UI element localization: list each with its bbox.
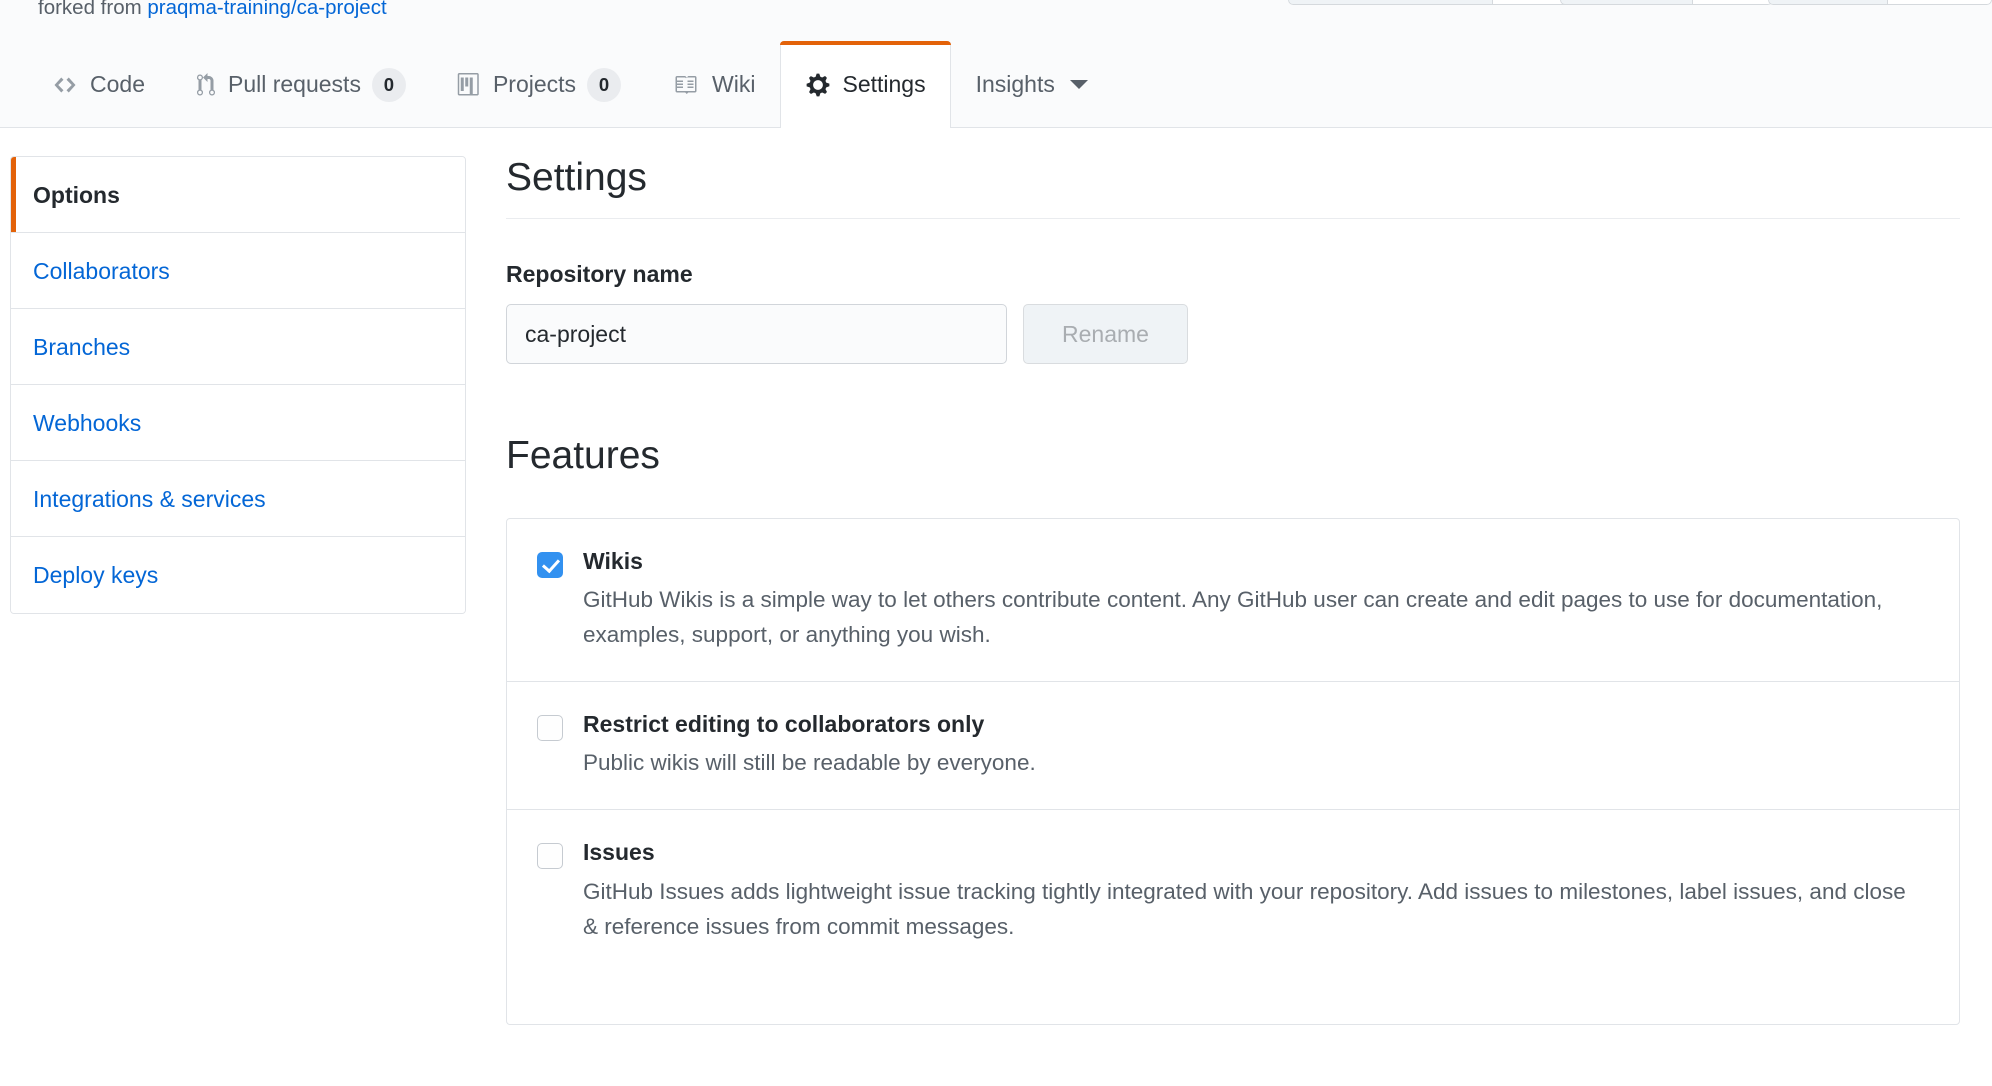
tab-insights[interactable]: Insights (951, 41, 1113, 127)
book-icon (671, 73, 701, 97)
repository-nav: Code Pull requests 0 Projects 0 Wiki Set… (0, 41, 1992, 128)
issues-checkbox[interactable] (537, 843, 563, 870)
watch-button-group[interactable] (1288, 0, 1580, 5)
sidebar-item-branches[interactable]: Branches (11, 309, 465, 385)
repo-header-strip: forked from praqma-training/ca-project (0, 0, 1992, 41)
tab-insights-label: Insights (975, 71, 1055, 97)
tab-projects-label: Projects (492, 71, 577, 97)
tab-pull-requests[interactable]: Pull requests 0 (170, 41, 431, 127)
tab-settings[interactable]: Settings (780, 41, 951, 128)
sidebar-item-label: Branches (33, 334, 131, 360)
tab-wiki[interactable]: Wiki (646, 41, 780, 127)
restrict-editing-checkbox[interactable] (537, 715, 563, 742)
git-pull-request-icon (195, 72, 217, 97)
features-heading: Features (506, 434, 660, 477)
chevron-down-icon (1069, 80, 1088, 89)
repository-name-label: Repository name (506, 261, 693, 287)
feature-description: GitHub Issues adds lightweight issue tra… (583, 878, 1906, 939)
sidebar-item-label: Webhooks (33, 410, 142, 436)
sidebar-item-label: Integrations & services (33, 486, 266, 512)
sidebar-item-webhooks[interactable]: Webhooks (11, 385, 465, 461)
feature-text: Restrict editing to collaborators only P… (583, 708, 1036, 781)
sidebar-item-options[interactable]: Options (11, 157, 465, 233)
page-title: Settings (506, 156, 1960, 219)
forked-from-link[interactable]: praqma-training/ca-project (147, 0, 386, 19)
tab-code-label: Code (90, 71, 145, 97)
star-button-group[interactable] (1560, 0, 1773, 5)
rename-repository-row: Rename (506, 304, 1960, 364)
feature-row-restrict-editing: Restrict editing to collaborators only P… (507, 682, 1959, 811)
settings-sidebar: Options Collaborators Branches Webhooks … (10, 156, 466, 614)
tab-pull-requests-count: 0 (371, 67, 406, 102)
sidebar-item-label: Options (33, 182, 120, 208)
tab-pull-requests-label: Pull requests (227, 71, 361, 97)
settings-page: Options Collaborators Branches Webhooks … (0, 128, 1992, 1026)
tab-settings-label: Settings (842, 71, 926, 97)
repository-name-input[interactable] (506, 304, 1007, 364)
feature-row-wikis: Wikis GitHub Wikis is a simple way to le… (507, 519, 1959, 683)
feature-title: Wikis (583, 548, 643, 574)
feature-description: Public wikis will still be readable by e… (583, 750, 1036, 776)
project-board-icon (456, 72, 482, 97)
settings-main-content: Settings Repository name Rename Features… (506, 156, 1962, 1026)
feature-title: Issues (583, 839, 655, 866)
gear-icon (805, 72, 831, 98)
star-button[interactable] (1560, 0, 1693, 5)
sidebar-item-collaborators[interactable]: Collaborators (11, 233, 465, 309)
fork-count[interactable] (1888, 0, 1992, 5)
rename-button[interactable]: Rename (1023, 304, 1188, 364)
feature-text: Issues GitHub Issues adds lightweight is… (583, 836, 1923, 944)
sidebar-item-label: Collaborators (33, 258, 170, 284)
tab-projects-count: 0 (587, 67, 622, 102)
fork-button-group[interactable] (1768, 0, 1992, 5)
feature-row-truncated (507, 984, 1959, 1024)
tab-projects[interactable]: Projects 0 (431, 41, 646, 127)
sidebar-item-integrations-services[interactable]: Integrations & services (11, 461, 465, 537)
feature-title: Restrict editing to collaborators only (583, 711, 985, 738)
forked-from-label: forked from (38, 0, 148, 19)
tab-wiki-label: Wiki (712, 71, 756, 97)
feature-description: GitHub Wikis is a simple way to let othe… (583, 587, 1883, 648)
tab-code[interactable]: Code (26, 41, 170, 127)
feature-row-issues: Issues GitHub Issues adds lightweight is… (507, 810, 1959, 984)
sidebar-item-label: Deploy keys (33, 562, 159, 588)
star-count[interactable] (1693, 0, 1773, 5)
sidebar-item-deploy-keys[interactable]: Deploy keys (11, 537, 465, 613)
feature-text: Wikis GitHub Wikis is a simple way to le… (583, 545, 1923, 653)
wikis-checkbox[interactable] (537, 552, 563, 578)
features-panel: Wikis GitHub Wikis is a simple way to le… (506, 518, 1960, 1026)
watch-button[interactable] (1288, 0, 1493, 5)
fork-button[interactable] (1768, 0, 1888, 5)
code-icon (51, 73, 79, 97)
forked-from-line: forked from praqma-training/ca-project (38, 0, 387, 20)
